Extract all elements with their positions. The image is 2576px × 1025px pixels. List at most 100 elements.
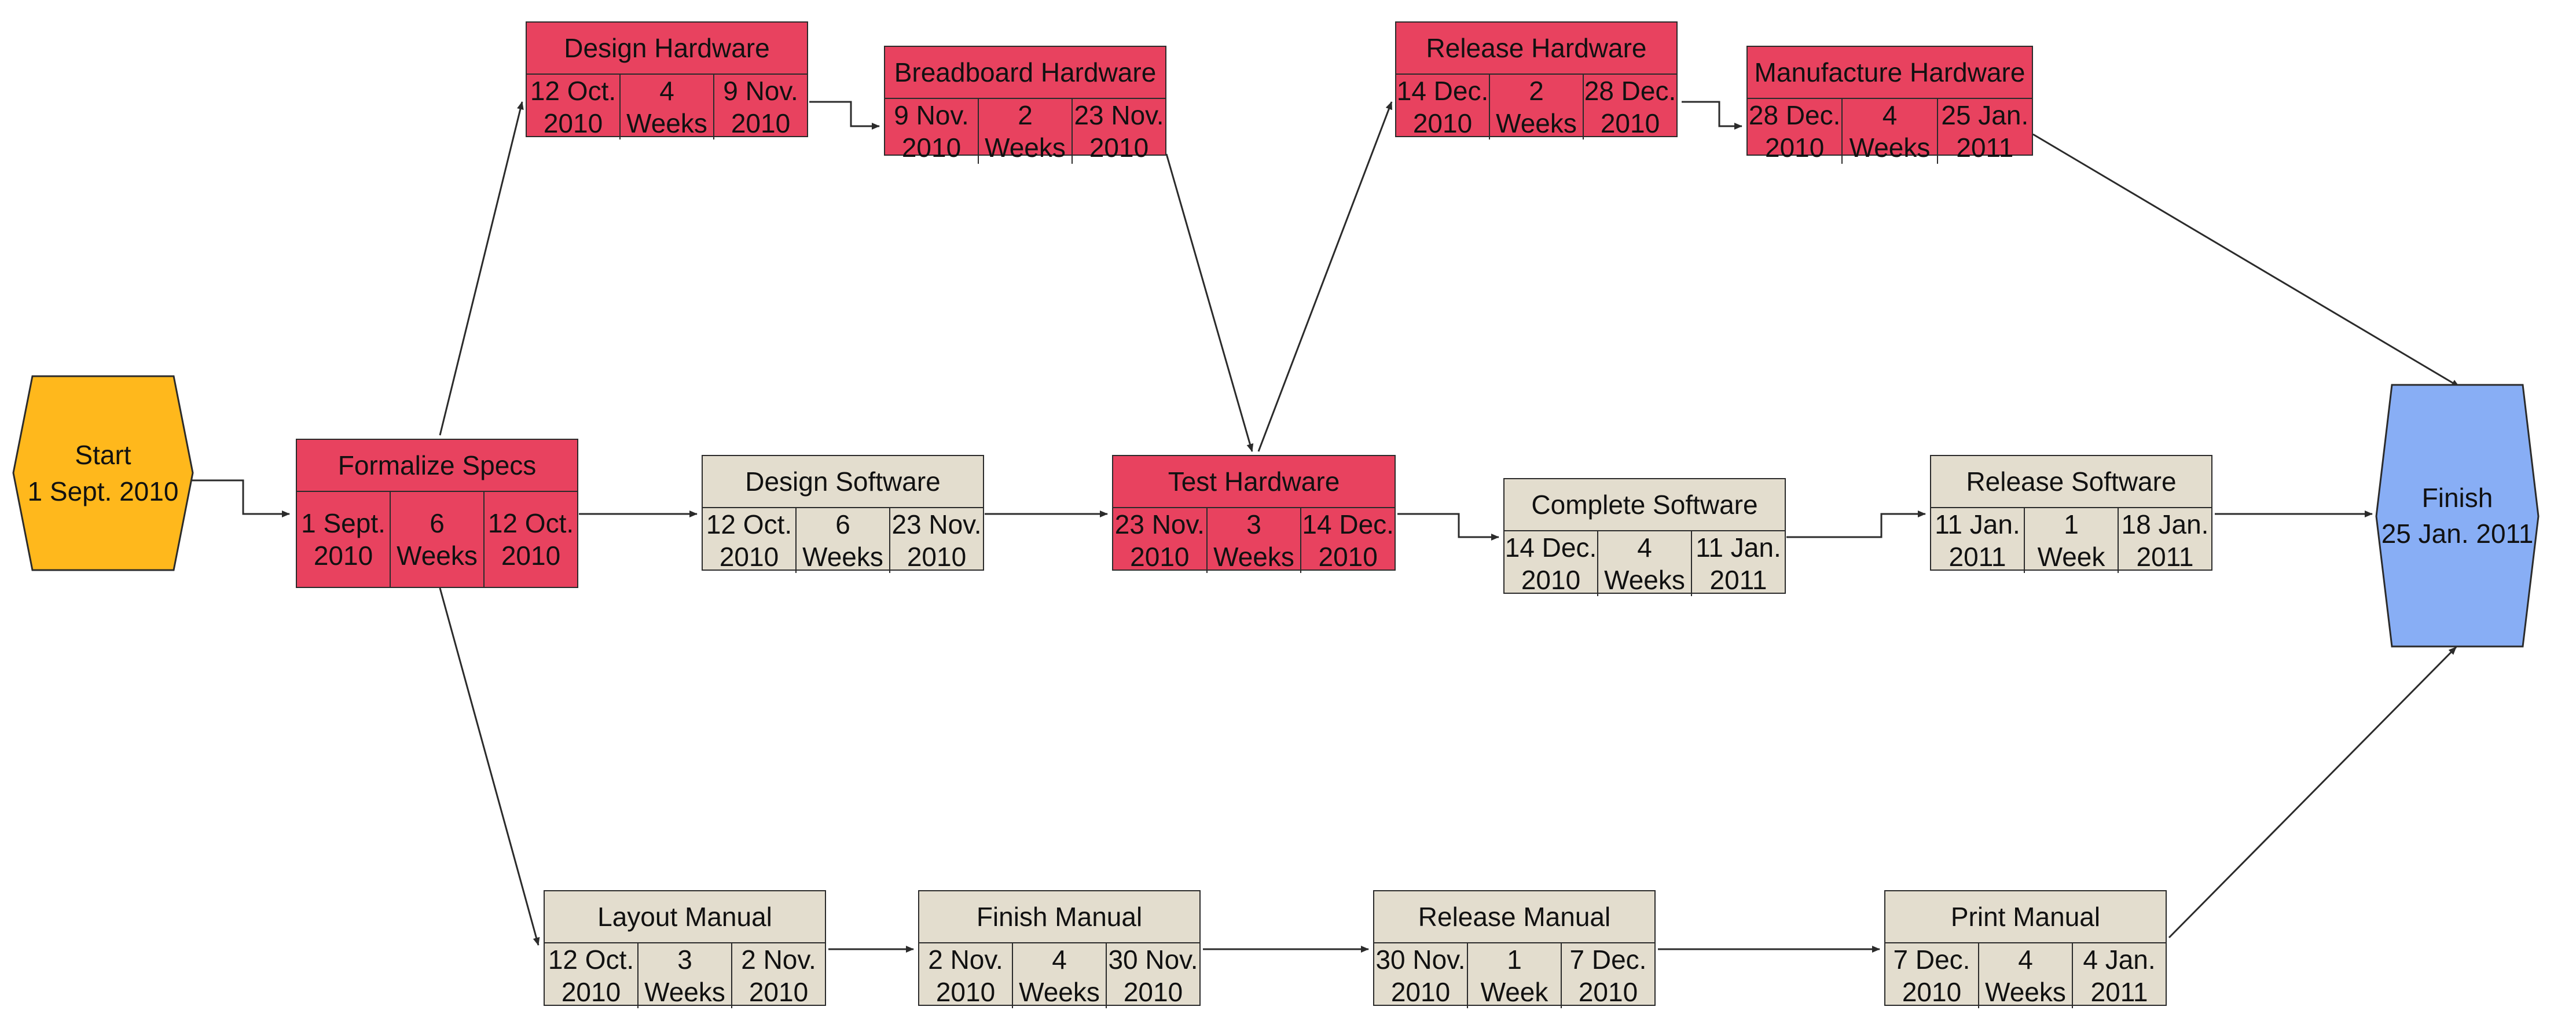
start-date-line-2: 2010 xyxy=(1521,565,1581,596)
start-date-line-2: 2010 xyxy=(935,977,996,1008)
edge-test-hardware-to-complete-software xyxy=(1397,513,1499,541)
task-duration: 4 Weeks xyxy=(621,75,714,140)
start-date-line-2: 2010 xyxy=(313,541,373,571)
end-date-line-2: 2011 xyxy=(1709,565,1767,596)
task-node-finish-manual[interactable]: Finish Manual 2 Nov. 2010 4 Weeks 30 Nov… xyxy=(918,890,1201,1009)
task-duration: 1 Week xyxy=(1468,943,1562,1009)
task-title: Design Hardware xyxy=(527,23,807,75)
task-node-breadboard-hardware[interactable]: Breadboard Hardware 9 Nov. 2010 2 Weeks … xyxy=(884,46,1166,164)
task-cells: 1 Sept. 2010 6 Weeks 12 Oct. 2010 xyxy=(297,492,577,587)
task-duration: 1 Week xyxy=(2025,508,2119,574)
task-duration: 4 Weeks xyxy=(1598,531,1692,597)
end-date-line-2: 2010 xyxy=(907,542,967,572)
finish-node-text: Finish 25 Jan. 2011 xyxy=(2381,480,2534,552)
end-date-line-2: 2010 xyxy=(1600,108,1660,139)
task-node-design-hardware[interactable]: Design Hardware 12 Oct. 2010 4 Weeks 9 N… xyxy=(526,21,808,140)
task-duration: 4 Weeks xyxy=(1013,943,1107,1009)
task-node-print-manual[interactable]: Print Manual 7 Dec. 2010 4 Weeks 4 Jan. … xyxy=(1884,890,2167,1009)
edge-start-to-formalize-specs xyxy=(191,479,290,517)
edge-test-hardware-to-release-hardware xyxy=(1257,101,1393,452)
task-node-design-software[interactable]: Design Software 12 Oct. 2010 6 Weeks 23 … xyxy=(702,455,984,574)
task-title: Layout Manual xyxy=(545,891,825,943)
duration-unit: Week xyxy=(2037,542,2105,572)
task-cells: 12 Oct. 2010 4 Weeks 9 Nov. 2010 xyxy=(527,75,807,140)
task-node-formalize-specs[interactable]: Formalize Specs 1 Sept. 2010 6 Weeks 12 … xyxy=(296,439,578,588)
start-date-line-1: 9 Nov. xyxy=(894,100,969,130)
duration-value: 4 xyxy=(659,76,674,106)
end-date-line-2: 2010 xyxy=(501,541,561,571)
task-title: Test Hardware xyxy=(1113,456,1395,508)
task-title: Release Hardware xyxy=(1396,23,1676,75)
task-start-date: 7 Dec. 2010 xyxy=(1885,943,1979,1009)
edge-formalize-specs-to-design-hardware xyxy=(439,101,524,436)
end-date-line-1: 11 Jan. xyxy=(1696,532,1781,563)
task-start-date: 14 Dec. 2010 xyxy=(1504,531,1598,597)
task-node-layout-manual[interactable]: Layout Manual 12 Oct. 2010 3 Weeks 2 Nov… xyxy=(544,890,826,1009)
task-end-date: 2 Nov. 2010 xyxy=(732,943,825,1008)
edge-release-hardware-to-manufacture-hardware xyxy=(1682,101,1742,130)
start-date-line-2: 2010 xyxy=(543,108,603,139)
start-date-line-2: 2010 xyxy=(1390,977,1451,1008)
task-title: Complete Software xyxy=(1504,479,1785,531)
task-end-date: 14 Dec. 2010 xyxy=(1301,508,1395,573)
task-end-date: 28 Dec. 2010 xyxy=(1584,75,1676,139)
task-start-date: 12 Oct. 2010 xyxy=(703,508,797,574)
duration-unit: Weeks xyxy=(1849,133,1931,163)
task-end-date: 30 Nov. 2010 xyxy=(1107,943,1199,1008)
task-end-date: 18 Jan. 2011 xyxy=(2119,508,2211,573)
task-title: Release Manual xyxy=(1374,891,1654,943)
end-date-line-2: 2010 xyxy=(1578,977,1638,1008)
end-date-line-1: 14 Dec. xyxy=(1302,509,1394,539)
end-date-line-2: 2011 xyxy=(2136,542,2194,572)
task-cells: 14 Dec. 2010 4 Weeks 11 Jan. 2011 xyxy=(1504,531,1785,597)
task-node-test-hardware[interactable]: Test Hardware 23 Nov. 2010 3 Weeks 14 De… xyxy=(1112,455,1396,574)
start-date-line-1: 2 Nov. xyxy=(928,945,1003,975)
start-date-line-2: 2010 xyxy=(719,542,779,572)
duration-unit: Weeks xyxy=(985,133,1066,163)
end-date-line-2: 2010 xyxy=(1123,977,1183,1008)
end-date-line-1: 25 Jan. xyxy=(1941,100,2029,130)
task-end-date: 9 Nov. 2010 xyxy=(714,75,807,139)
end-date-line-1: 12 Oct. xyxy=(487,508,574,538)
task-duration: 4 Weeks xyxy=(1979,943,2073,1009)
duration-value: 4 xyxy=(1882,100,1898,130)
duration-value: 2 xyxy=(1018,100,1033,130)
task-title: Manufacture Hardware xyxy=(1748,47,2032,99)
task-start-date: 11 Jan. 2011 xyxy=(1931,508,2025,574)
task-node-release-software[interactable]: Release Software 11 Jan. 2011 1 Week 18 … xyxy=(1930,455,2212,574)
duration-value: 4 xyxy=(1637,532,1652,563)
duration-unit: Weeks xyxy=(1604,565,1685,596)
task-duration: 2 Weeks xyxy=(979,99,1073,164)
start-date-line-1: 30 Nov. xyxy=(1375,945,1466,975)
end-date-line-1: 2 Nov. xyxy=(741,945,816,975)
end-date-line-1: 23 Nov. xyxy=(891,509,982,539)
start-date-line-1: 14 Dec. xyxy=(1396,76,1489,106)
task-node-release-hardware[interactable]: Release Hardware 14 Dec. 2010 2 Weeks 28… xyxy=(1395,21,1678,140)
task-cells: 11 Jan. 2011 1 Week 18 Jan. 2011 xyxy=(1931,508,2211,574)
task-end-date: 23 Nov. 2010 xyxy=(890,508,983,573)
finish-node[interactable]: Finish 25 Jan. 2011 xyxy=(2373,382,2541,649)
end-date-line-2: 2010 xyxy=(748,977,809,1008)
end-date-line-2: 2010 xyxy=(1089,133,1149,163)
duration-unit: Weeks xyxy=(1496,108,1577,139)
duration-value: 1 xyxy=(2064,509,2079,539)
task-duration: 2 Weeks xyxy=(1490,75,1584,140)
task-start-date: 23 Nov. 2010 xyxy=(1113,508,1208,574)
task-node-release-manual[interactable]: Release Manual 30 Nov. 2010 1 Week 7 Dec… xyxy=(1373,890,1656,1009)
start-node[interactable]: Start 1 Sept. 2010 xyxy=(10,373,196,573)
start-date-line-1: 23 Nov. xyxy=(1114,509,1205,539)
task-node-manufacture-hardware[interactable]: Manufacture Hardware 28 Dec. 2010 4 Week… xyxy=(1746,46,2033,164)
duration-unit: Weeks xyxy=(397,541,478,571)
task-title: Breadboard Hardware xyxy=(885,47,1165,99)
duration-unit: Weeks xyxy=(1213,542,1294,572)
task-node-complete-software[interactable]: Complete Software 14 Dec. 2010 4 Weeks 1… xyxy=(1503,478,1786,597)
start-date-line-1: 7 Dec. xyxy=(1893,945,1970,975)
task-title: Release Software xyxy=(1931,456,2211,508)
edge-formalize-specs-to-layout-manual xyxy=(439,587,540,946)
task-cells: 23 Nov. 2010 3 Weeks 14 Dec. 2010 xyxy=(1113,508,1395,574)
task-duration: 4 Weeks xyxy=(1843,99,1938,164)
task-title: Print Manual xyxy=(1885,891,2166,943)
end-date-line-1: 30 Nov. xyxy=(1108,945,1198,975)
edge-breadboard-hardware-to-test-hardware xyxy=(1165,153,1254,452)
end-date-line-2: 2011 xyxy=(1956,133,2014,163)
